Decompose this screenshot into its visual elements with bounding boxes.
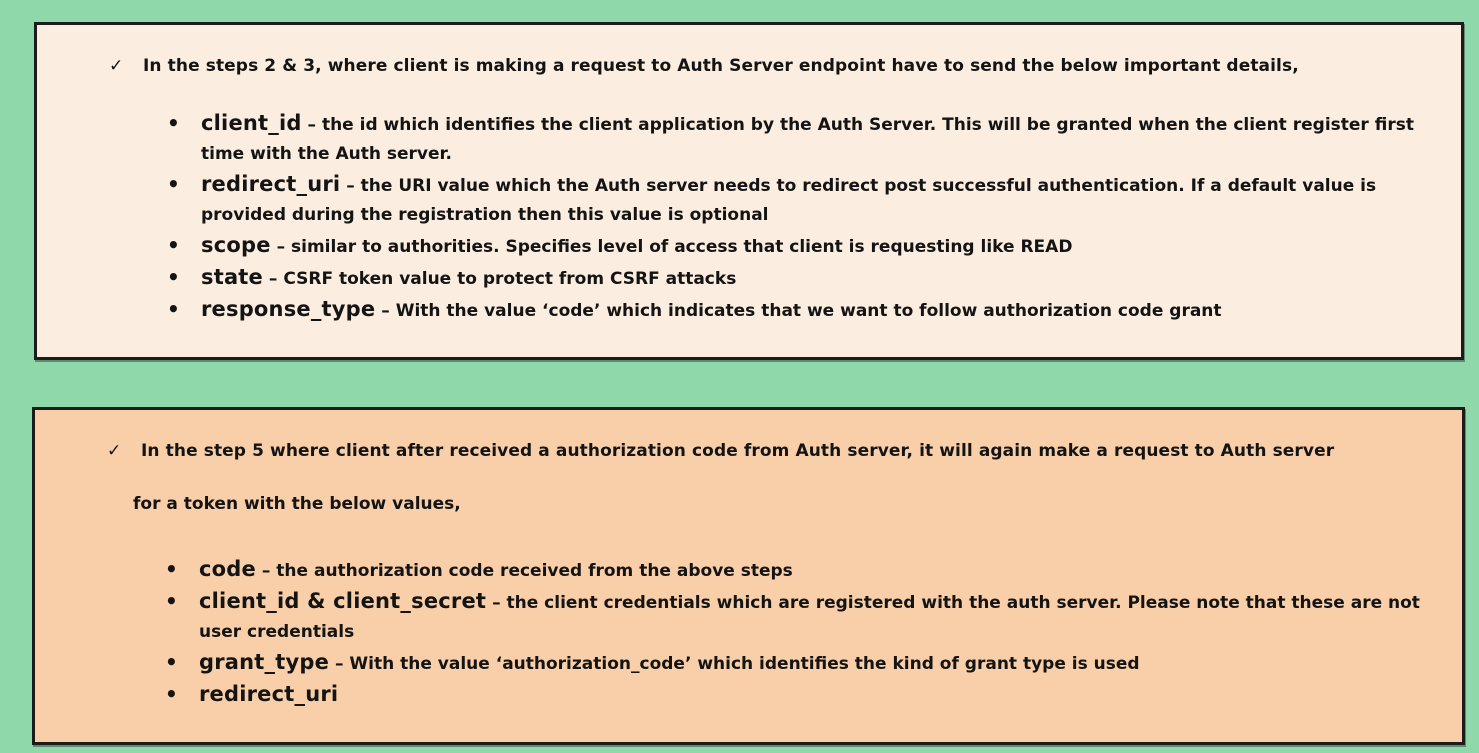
section1-bullet-list: • client_id – the id which identifies the… [167,109,1452,327]
section2-intro-text: In the step 5 where client after receive… [141,441,1335,461]
param-term: redirect_uri [201,172,341,196]
list-item: • client_id & client_secret – the client … [165,587,1450,647]
param-description: – the authorization code received from t… [255,561,793,581]
list-item: • grant_type – With the value ‘authorizat… [165,648,1450,679]
auth-request-details-card: ✓ In the steps 2 & 3, where client is ma… [34,22,1464,360]
section2-intro-continuation: for a token with the below values, [133,494,461,514]
param-description: – similar to authorities. Specifies leve… [270,237,1073,257]
check-mark-icon: ✓ [109,56,124,76]
param-term: scope [201,233,271,257]
param-term: redirect_uri [199,682,339,706]
check-mark-icon: ✓ [107,441,122,461]
bullet-icon: • [167,172,180,196]
param-description: – With the value ‘authorization_code’ wh… [329,654,1140,674]
list-item: • response_type – With the value ‘code’ w… [167,295,1452,326]
param-term: grant_type [199,650,330,674]
param-term: client_id & client_secret [199,589,487,613]
list-item: • scope – similar to authorities. Specifi… [167,231,1452,262]
bullet-icon: • [167,111,180,135]
section2-intro-row: ✓ In the step 5 where client after recei… [107,438,1452,464]
section2-bullet-list: • code – the authorization code received … [165,555,1450,712]
section1-intro-row: ✓ In the steps 2 & 3, where client is ma… [109,53,1449,79]
section1-intro-text: In the steps 2 & 3, where client is maki… [143,56,1299,76]
list-item: • redirect_uri – the URI value which the … [167,170,1452,230]
list-item: • client_id – the id which identifies the… [167,109,1452,169]
param-term: state [201,265,263,289]
param-description: – the id which identifies the client app… [201,115,1414,164]
param-term: client_id [201,111,302,135]
list-item: • code – the authorization code received … [165,555,1450,586]
param-term: response_type [201,297,376,321]
bullet-icon: • [165,682,178,706]
list-item: • redirect_uri [165,680,1450,711]
param-description: – the URI value which the Auth server ne… [201,176,1377,225]
bullet-icon: • [167,297,180,321]
param-term: code [199,557,256,581]
param-description: – CSRF token value to protect from CSRF … [263,269,737,289]
bullet-icon: • [165,650,178,674]
bullet-icon: • [165,557,178,581]
bullet-icon: • [167,233,180,257]
list-item: • state – CSRF token value to protect fro… [167,263,1452,294]
param-description: – With the value ‘code’ which indicates … [375,301,1222,321]
bullet-icon: • [167,265,180,289]
token-request-details-card: ✓ In the step 5 where client after recei… [32,407,1465,745]
bullet-icon: • [165,589,178,613]
